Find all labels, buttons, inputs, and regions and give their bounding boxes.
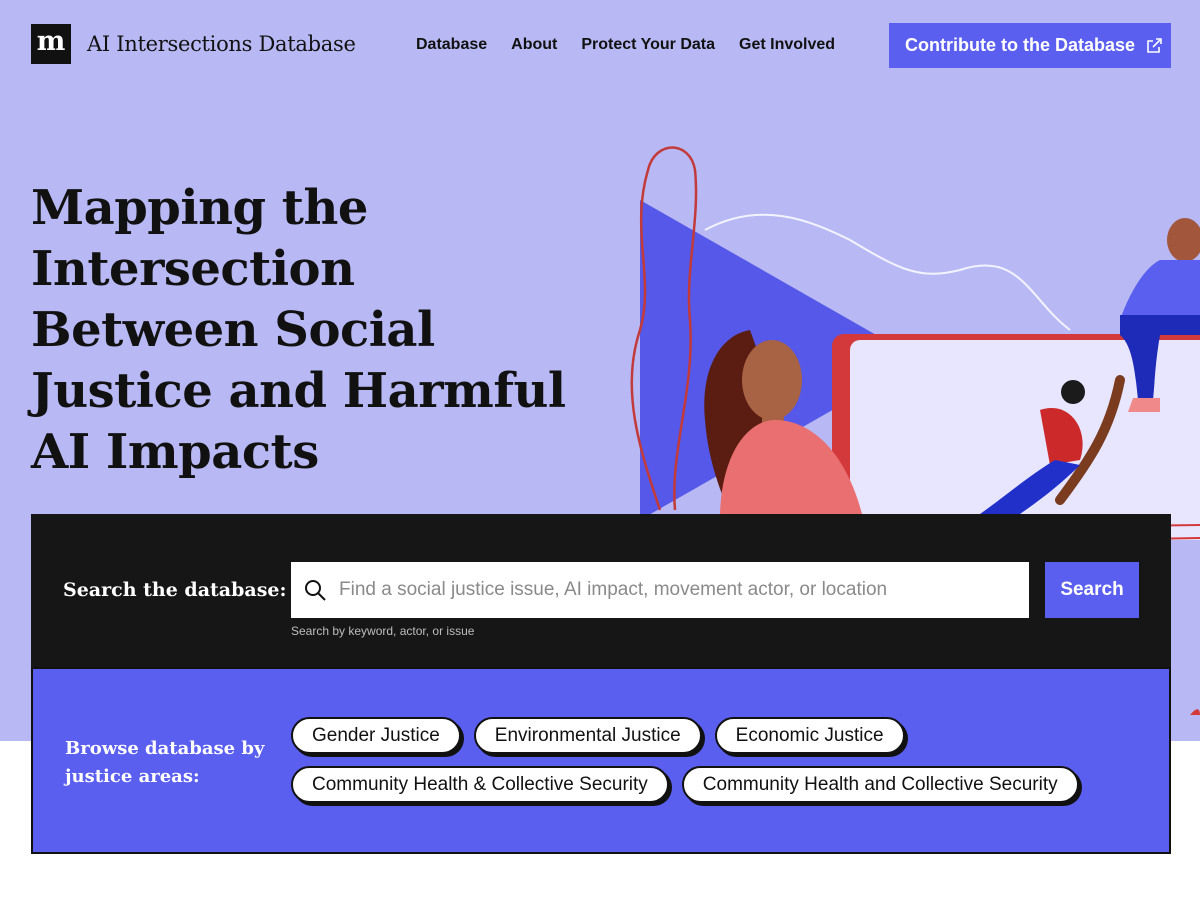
search-box — [291, 562, 1029, 618]
tag-environmental-justice[interactable]: Environmental Justice — [473, 717, 702, 754]
search-hint: Search by keyword, actor, or issue — [291, 624, 475, 638]
justice-area-tags: Gender Justice Environmental Justice Eco… — [291, 717, 1151, 803]
browse-label: Browse database by justice areas: — [65, 738, 265, 787]
search-panel: Search the database: Search by keyword, … — [31, 514, 1171, 667]
tag-community-health-and-collective-security[interactable]: Community Health and Collective Security — [681, 766, 1079, 803]
contribute-button[interactable]: Contribute to the Database — [889, 23, 1171, 68]
nav-link-get-involved[interactable]: Get Involved — [739, 36, 835, 54]
contribute-button-label: Contribute to the Database — [905, 35, 1136, 55]
nav-link-protect-your-data[interactable]: Protect Your Data — [581, 36, 715, 54]
main-nav: Database About Protect Your Data Get Inv… — [416, 36, 835, 54]
tag-gender-justice[interactable]: Gender Justice — [291, 717, 461, 754]
site-title[interactable]: AI Intersections Database — [87, 32, 356, 56]
search-input[interactable] — [339, 562, 1019, 618]
nav-link-database[interactable]: Database — [416, 36, 487, 54]
page-headline: Mapping the Intersection Between Social … — [31, 180, 566, 480]
site-logo[interactable]: m — [31, 24, 71, 64]
tag-community-health-collective-security[interactable]: Community Health & Collective Security — [291, 766, 669, 803]
search-label: Search the database: — [63, 579, 287, 601]
nav-link-about[interactable]: About — [511, 36, 557, 54]
external-link-icon — [1147, 37, 1162, 53]
search-button[interactable]: Search — [1045, 562, 1139, 618]
tag-economic-justice[interactable]: Economic Justice — [714, 717, 905, 754]
browse-panel: Browse database by justice areas: Gender… — [31, 667, 1171, 854]
search-icon — [305, 580, 326, 601]
